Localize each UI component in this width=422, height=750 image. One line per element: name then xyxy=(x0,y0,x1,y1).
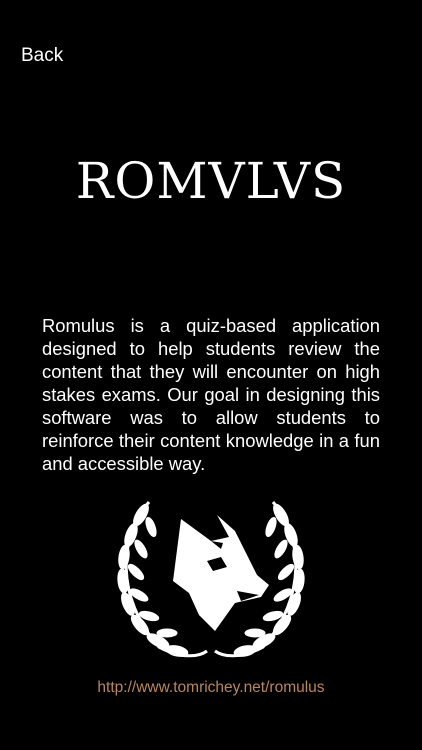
app-title: ROMVLVS xyxy=(75,152,347,210)
back-button[interactable]: Back xyxy=(21,45,63,67)
wolf-laurel-wreath-icon xyxy=(117,501,305,658)
app-description: Romulus is a quiz-based application desi… xyxy=(42,315,380,474)
wolf-head-icon xyxy=(173,515,269,631)
website-link[interactable]: http://www.tomrichey.net/romulus xyxy=(0,679,422,697)
